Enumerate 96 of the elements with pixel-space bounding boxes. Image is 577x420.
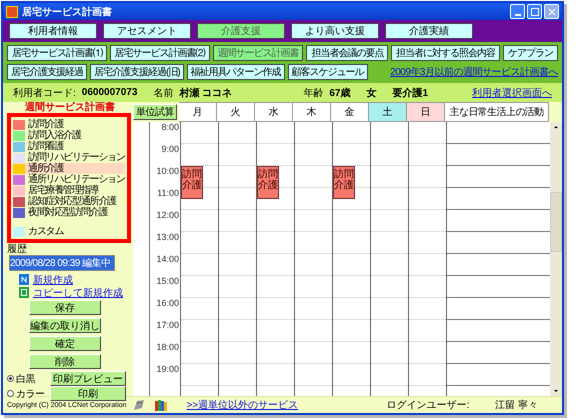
- name-label: 名前: [153, 86, 174, 100]
- time-label: 18:00: [156, 342, 179, 352]
- legend-label: 訪問入浴介護: [28, 130, 81, 141]
- legend-item[interactable]: カスタム: [13, 226, 125, 237]
- day-header: 日: [407, 102, 445, 122]
- new-document-icon[interactable]: [19, 274, 29, 285]
- day-header: 土: [369, 102, 407, 122]
- action-button[interactable]: 編集の取り消し: [29, 318, 101, 333]
- legend-label: 訪問看護: [28, 141, 64, 152]
- action-button[interactable]: 保存: [29, 300, 101, 315]
- sub-nav-tab[interactable]: 居宅サービス計画書⑵: [110, 45, 210, 61]
- time-label: 10:00: [156, 166, 179, 176]
- books-icon[interactable]: [154, 399, 168, 411]
- history-entry[interactable]: 2009/08/28 09:39 編集中: [10, 256, 114, 270]
- legend-item[interactable]: 訪問入浴介護: [13, 130, 125, 141]
- schedule-event[interactable]: 訪問介護: [257, 166, 279, 199]
- day-header: 月: [179, 102, 217, 122]
- calc-button[interactable]: 単位試算: [133, 104, 177, 120]
- legend-label: 通所介護: [28, 163, 64, 174]
- schedule-event[interactable]: 訪問介護: [333, 166, 355, 199]
- radio-button[interactable]: [7, 375, 14, 382]
- day-header: 金: [331, 102, 369, 122]
- time-label: 15:00: [156, 276, 179, 286]
- day-header: 水: [255, 102, 293, 122]
- time-label: 9:00: [161, 144, 179, 154]
- care-level: 要介護1: [392, 86, 428, 100]
- time-label: 17:00: [156, 320, 179, 330]
- radio-label: 白黒: [16, 372, 36, 386]
- legend-title: 週間サービス計画書: [24, 102, 116, 113]
- sub-nav-tab[interactable]: 居宅サービス計画書⑴: [7, 45, 107, 61]
- age-label: 年齢: [303, 86, 324, 100]
- login-label: ログインユーザー:: [386, 399, 470, 412]
- legend-item[interactable]: 認知症対応型通所介護: [13, 196, 125, 207]
- nav-tab[interactable]: より高い支援: [291, 23, 379, 39]
- day-header: 火: [217, 102, 255, 122]
- sub-nav-tab[interactable]: 担当者会議の要点: [306, 45, 388, 61]
- other-services-link[interactable]: >>週単位以外のサービス: [186, 398, 298, 412]
- close-icon: [548, 8, 556, 16]
- login-user: 江留 寧々: [495, 398, 538, 412]
- legend-label: 居宅療養管理指導: [28, 185, 98, 196]
- sub-nav-tab[interactable]: ケアプラン: [503, 45, 558, 61]
- scrollbar[interactable]: [550, 122, 562, 396]
- nav-tab[interactable]: 利用者情報: [9, 23, 97, 39]
- sub-nav-tab[interactable]: 週間サービス計画書: [212, 45, 304, 61]
- radio-label: カラー: [16, 388, 46, 400]
- sub-nav-tab[interactable]: 居宅介護支援経過: [7, 64, 87, 80]
- action-button[interactable]: 削除: [29, 354, 101, 369]
- tool-icon[interactable]: [132, 399, 146, 411]
- minimize-button[interactable]: [510, 4, 525, 19]
- create-link[interactable]: コピーして新規作成: [33, 286, 123, 300]
- time-label: 14:00: [156, 254, 179, 264]
- activity-header: 主な日常生活上の活動: [445, 102, 549, 122]
- legend-item[interactable]: 訪問介護: [13, 119, 125, 130]
- legend-label: 訪問介護: [28, 119, 64, 130]
- sub-nav-tab[interactable]: 福祉用具パターン作成: [186, 64, 285, 80]
- user-code: 0600007073: [82, 87, 138, 98]
- user-sex: 女: [366, 86, 376, 100]
- maximize-button[interactable]: [527, 4, 542, 19]
- legend-label: 夜間対応型訪問介護: [28, 207, 108, 218]
- sub-nav-tab[interactable]: 顧客スケジュール: [288, 64, 368, 80]
- user-code-label: 利用者コード:: [13, 86, 76, 100]
- print-button[interactable]: 印刷プレビュー: [50, 371, 126, 386]
- create-link[interactable]: 新規作成: [33, 272, 73, 286]
- time-label: 11:00: [157, 188, 179, 198]
- time-label: 8:00: [161, 122, 179, 132]
- action-button[interactable]: 確定: [29, 336, 101, 351]
- print-button[interactable]: 印刷: [50, 386, 126, 401]
- app-icon: [6, 6, 18, 18]
- old-plan-link[interactable]: 2009年3月以前の週間サービス計画書へ: [390, 65, 558, 79]
- schedule-event[interactable]: 訪問介護: [181, 166, 203, 199]
- scroll-thumb[interactable]: [550, 192, 562, 252]
- minimize-icon: [514, 14, 520, 16]
- legend-item[interactable]: 夜間対応型訪問介護: [13, 207, 125, 218]
- time-label: 13:00: [156, 232, 179, 242]
- user-select-link[interactable]: 利用者選択画面へ: [472, 86, 552, 100]
- legend-item[interactable]: 通所介護: [13, 163, 125, 174]
- nav-tab[interactable]: 介護実績: [385, 23, 473, 39]
- time-label: 12:00: [156, 210, 179, 220]
- copy-document-icon[interactable]: [19, 287, 29, 298]
- user-name: 村瀬 ココネ: [179, 86, 232, 100]
- window-title: 居宅サービス計画書: [22, 5, 112, 18]
- legend-item[interactable]: 訪問看護: [13, 141, 125, 152]
- legend-item[interactable]: 居宅療養管理指導: [13, 185, 125, 196]
- radio-button[interactable]: [7, 390, 14, 397]
- nav-tab[interactable]: アセスメント: [103, 23, 191, 39]
- time-label: 19:00: [156, 364, 179, 374]
- maximize-icon: [530, 8, 538, 16]
- user-age: 67歳: [329, 86, 350, 100]
- nav-tab[interactable]: 介護支援: [197, 23, 285, 39]
- day-header: 木: [293, 102, 331, 122]
- sub-nav-tab[interactable]: 居宅介護支援経過(旧): [90, 64, 184, 80]
- sub-nav-tab[interactable]: 担当者に対する照会内容: [391, 45, 500, 61]
- history-label: 履歴: [7, 244, 28, 255]
- time-label: 16:00: [156, 298, 179, 308]
- legend-label: 認知症対応型通所介護: [28, 196, 116, 207]
- legend-label: カスタム: [28, 226, 64, 237]
